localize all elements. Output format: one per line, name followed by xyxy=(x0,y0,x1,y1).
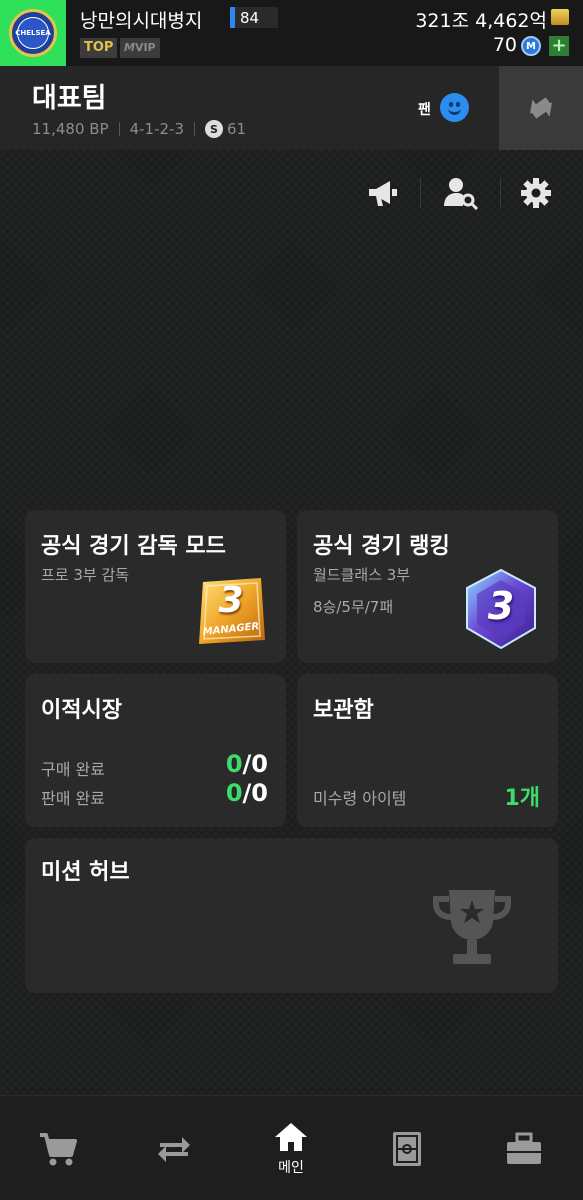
team-name: 낭만의시대병지 xyxy=(80,10,203,32)
fan-label: 팬 xyxy=(418,102,431,118)
nav-shop[interactable] xyxy=(0,1096,116,1200)
squad-title[interactable]: 대표팀 xyxy=(32,76,107,115)
buy-done-value: 0 xyxy=(225,750,243,778)
nav-main-label: 메인 xyxy=(278,1159,304,1176)
bottom-nav: 메인 xyxy=(0,1095,583,1200)
meta-divider xyxy=(118,122,120,136)
top-bar: CHELSEA 낭만의시대병지 84 TOP MVIP 321조 4,462억 … xyxy=(0,0,583,66)
nav-squad[interactable] xyxy=(349,1096,465,1200)
meta-divider xyxy=(194,122,196,136)
pitch-icon xyxy=(393,1131,421,1166)
vip-badge: MVIP xyxy=(120,38,160,58)
unclaimed-items-count: 1개 xyxy=(504,786,540,811)
coin-amount: 321조 4,462억 xyxy=(415,10,547,32)
sell-total-value: /0 xyxy=(242,779,268,807)
nav-transfer[interactable] xyxy=(116,1096,232,1200)
club-crest[interactable]: CHELSEA xyxy=(0,0,66,66)
ovr-value: 84 xyxy=(240,8,260,27)
add-mcoin-button[interactable]: + xyxy=(549,36,569,56)
ranking-record: 8승/5무/7패 xyxy=(313,598,394,616)
refresh-arrows-icon xyxy=(530,97,552,119)
transfer-arrows-icon xyxy=(158,1136,190,1162)
s-icon: S xyxy=(205,120,224,138)
squad-bp: 11,480 BP xyxy=(32,120,109,138)
vip-badge-label: VIP xyxy=(134,41,156,54)
manager-badge-number: 3 xyxy=(218,580,244,621)
coin-stack-icon xyxy=(551,9,569,25)
unclaimed-items-label: 미수령 아이템 xyxy=(313,789,407,808)
ranking-card[interactable]: 공식 경기 랭킹 월드클래스 3부 8승/5무/7패 3 xyxy=(297,510,558,663)
storage-title: 보관함 xyxy=(313,698,374,723)
squad-formation: 4-1-2-3 xyxy=(129,120,185,138)
home-icon xyxy=(275,1122,307,1151)
nav-main[interactable]: 메인 xyxy=(233,1096,349,1200)
fan-smiley-icon[interactable] xyxy=(440,93,469,122)
crest-lettering: CHELSEA xyxy=(15,17,51,49)
manager-mode-card[interactable]: 공식 경기 감독 모드 프로 3부 감독 3 MANAGER xyxy=(25,510,286,663)
sell-complete-label: 판매 완료 xyxy=(41,789,105,808)
team-ovr: 84 xyxy=(230,7,278,28)
ranking-badge-icon: 3 xyxy=(459,566,543,652)
megaphone-icon[interactable] xyxy=(365,175,401,211)
squad-meta: 11,480 BP 4-1-2-3 S 61 xyxy=(32,120,246,138)
transfer-market-card[interactable]: 이적시장 구매 완료 0/0 판매 완료 0/0 xyxy=(25,674,286,827)
ranking-tier: 월드클래스 3부 xyxy=(313,566,411,584)
ranking-title: 공식 경기 랭킹 xyxy=(313,534,450,559)
sell-complete-count: 0/0 xyxy=(226,779,268,807)
toolbar-divider xyxy=(500,178,501,208)
swap-squad-button[interactable] xyxy=(499,66,583,150)
sell-done-value: 0 xyxy=(225,779,243,807)
trophy-icon xyxy=(427,886,517,974)
crest-icon: CHELSEA xyxy=(9,9,57,57)
top-badge: TOP xyxy=(80,38,118,58)
squad-header: 대표팀 11,480 BP 4-1-2-3 S 61 팬 xyxy=(0,66,583,150)
transfer-market-title: 이적시장 xyxy=(41,698,122,723)
buy-complete-count: 0/0 xyxy=(226,750,268,778)
cart-icon xyxy=(40,1132,77,1165)
storage-card[interactable]: 보관함 미수령 아이템 1개 xyxy=(297,674,558,827)
mcoin-amount: 70 xyxy=(492,34,517,56)
ovr-bar-icon xyxy=(230,7,235,28)
squad-s-value: 61 xyxy=(227,120,247,138)
manager-rank-badge-icon: 3 MANAGER xyxy=(195,578,267,646)
mission-hub-title: 미션 허브 xyxy=(41,860,130,885)
briefcase-icon xyxy=(507,1132,541,1164)
gear-icon[interactable] xyxy=(518,175,554,211)
manager-mode-title: 공식 경기 감독 모드 xyxy=(41,534,226,559)
buy-total-value: /0 xyxy=(242,750,268,778)
nav-club[interactable] xyxy=(466,1096,582,1200)
mission-hub-card[interactable]: 미션 허브 xyxy=(25,838,558,993)
buy-complete-label: 구매 완료 xyxy=(41,760,105,779)
vip-badge-prefix: M xyxy=(124,41,135,54)
manager-mode-division: 프로 3부 감독 xyxy=(41,566,130,584)
ranking-badge-number: 3 xyxy=(487,584,515,628)
toolbar-divider xyxy=(420,178,421,208)
user-search-icon[interactable] xyxy=(443,175,479,211)
mcoin-icon: M xyxy=(521,36,541,56)
